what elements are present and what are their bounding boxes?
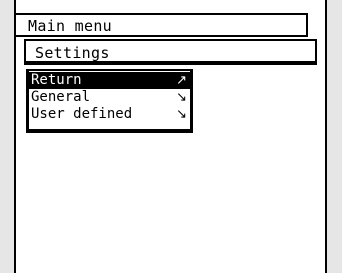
arrow-down-right-icon: ↘ (176, 90, 187, 105)
menu-item-user-defined[interactable]: User defined ↘ (29, 106, 190, 123)
submenu-title: Settings (35, 44, 110, 62)
menu-item-label: General (31, 89, 91, 105)
arrow-down-right-icon: ↘ (176, 107, 187, 122)
arrow-up-right-icon: ↗ (176, 73, 187, 88)
page-title: Main menu (28, 17, 112, 35)
menu-item-general[interactable]: General ↘ (29, 89, 190, 106)
menu-item-return[interactable]: Return ↗ (29, 72, 190, 89)
main-menu-title-bar: Main menu (14, 13, 308, 37)
settings-header-bar: Settings (24, 39, 317, 65)
menu-item-label: User defined (31, 106, 133, 122)
settings-menu-list: Return ↗ General ↘ User defined ↘ (26, 69, 193, 133)
menu-item-label: Return (31, 72, 82, 88)
